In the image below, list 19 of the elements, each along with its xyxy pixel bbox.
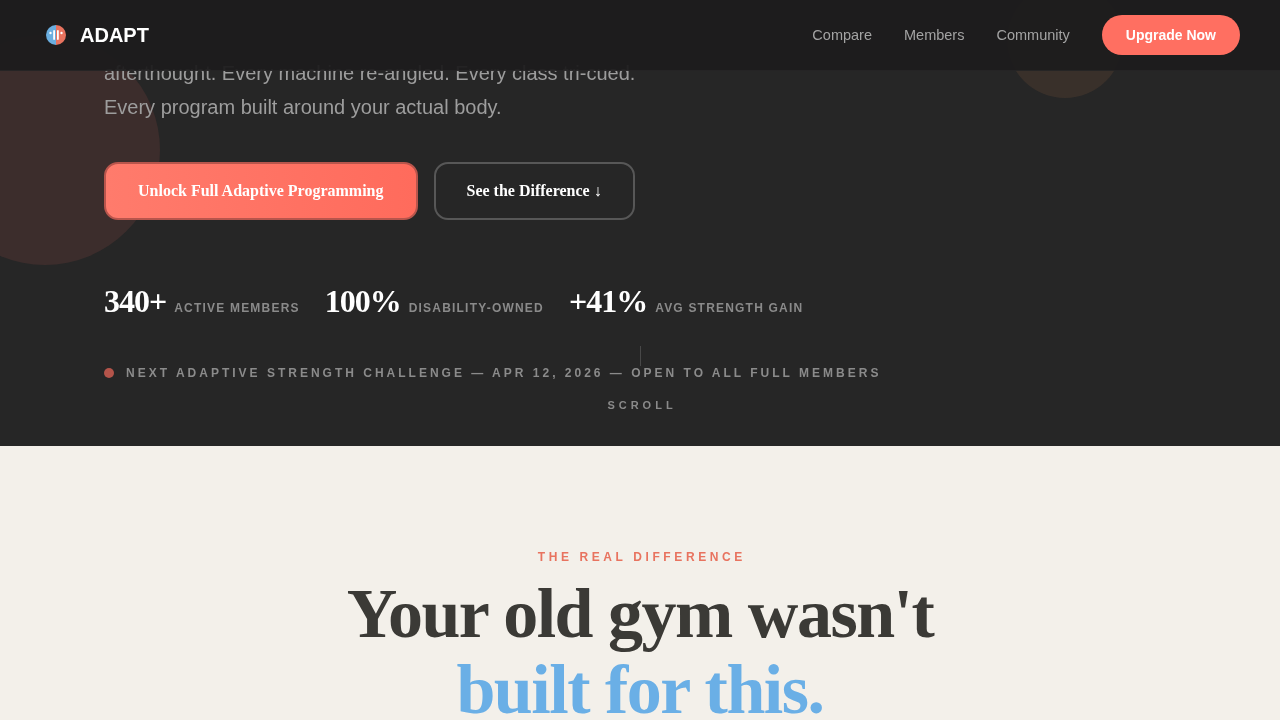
stat-label: ACTIVE MEMBERS	[174, 301, 300, 315]
stat-label: AVG STRENGTH GAIN	[655, 301, 804, 315]
dot-icon	[104, 368, 114, 378]
scroll-indicator-line	[639, 346, 641, 366]
stat-value: 100%	[324, 285, 401, 317]
stat-value: 340+	[104, 285, 167, 317]
announcement-text: NEXT ADAPTIVE STRENGTH CHALLENGE — APR 12, 2026 — OPEN TO ALL FULL MEMBERS	[126, 365, 882, 381]
scroll-hint: SCROLL	[606, 399, 677, 412]
nav-link[interactable]: Members	[904, 27, 965, 43]
nav-link[interactable]: Community	[996, 27, 1070, 43]
section-heading: Your old gym wasn't built for this.	[346, 576, 934, 714]
logo-icon	[46, 25, 66, 45]
brand-name: ADAPT	[80, 23, 149, 47]
stat-label: DISABILITY-OWNED	[408, 301, 544, 315]
nav-link[interactable]: Compare	[812, 27, 872, 43]
section-eyebrow: THE REAL DIFFERENCE	[536, 549, 746, 565]
outline-button[interactable]: See the Difference ↓	[433, 162, 635, 220]
hero-description: afterthought. Every machine re-angled. Every class tri-cued. Every program built around your actual body.	[104, 61, 637, 120]
stat-value: +41%	[568, 285, 648, 317]
